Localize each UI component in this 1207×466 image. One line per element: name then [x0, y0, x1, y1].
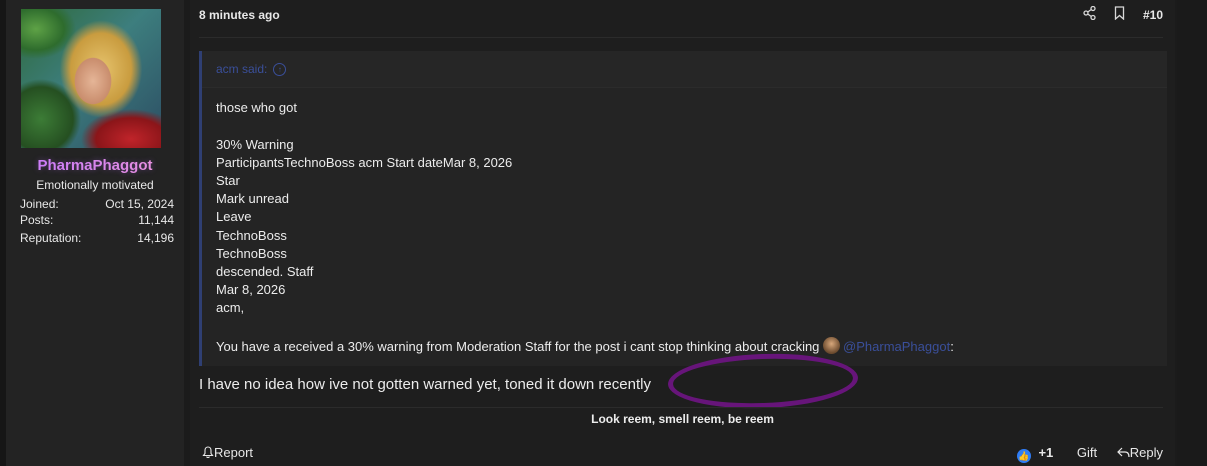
stat-value: 11,144 [138, 213, 174, 227]
quote-author[interactable]: acm said: [216, 62, 267, 76]
quote-line: Mar 8, 2026 [216, 282, 286, 297]
quote-line: Star [216, 173, 240, 188]
report-label: Report [214, 445, 254, 460]
quote-header[interactable]: acm said: ↑ [202, 51, 1167, 88]
post-number[interactable]: #10 [1143, 8, 1163, 22]
quote-line: ParticipantsTechnoBoss acm Start dateMar… [216, 155, 513, 170]
quote-line: 30% Warning [216, 137, 294, 152]
header-divider [199, 37, 1163, 38]
stat-value: Oct 15, 2024 [105, 197, 174, 211]
stat-label: Reputation: [20, 231, 82, 245]
quote-text-suffix: : [950, 339, 954, 354]
quote-line: Mark unread [216, 191, 289, 206]
quote-line: those who got [216, 100, 297, 115]
quote-line: TechnoBoss [216, 228, 287, 243]
gift-button[interactable]: Gift [1077, 445, 1097, 460]
post-body: I have no idea how ive not gotten warned… [199, 376, 651, 393]
post-main: 8 minutes ago #10 acm said: ↑ those who g… [190, 0, 1175, 466]
reply-button[interactable]: Reply [1116, 445, 1163, 460]
quote-line: Leave [216, 209, 252, 224]
like-reaction-icon[interactable]: 👍 [1016, 449, 1031, 463]
quote-text: You have a received a 30% warning from M… [216, 339, 824, 354]
post-actions: 👍 +1 Gift Reply [1016, 445, 1163, 463]
report-button[interactable]: Report [202, 445, 253, 460]
reply-arrow-icon [1116, 447, 1130, 458]
bookmark-icon[interactable] [1111, 6, 1127, 26]
quote-line: TechnoBoss [216, 246, 287, 261]
user-mention-link[interactable]: @PharmaPhaggot [843, 339, 950, 354]
quote-line-warning: You have a received a 30% warning from M… [216, 337, 954, 354]
reaction-count[interactable]: +1 [1038, 445, 1053, 460]
post-timestamp[interactable]: 8 minutes ago [199, 8, 280, 22]
quote-line: descended. Staff [216, 264, 314, 279]
stat-label: Posts: [20, 213, 54, 227]
stat-label: Joined: [20, 197, 59, 211]
arrow-up-circle-icon[interactable]: ↑ [273, 63, 287, 77]
username-link[interactable]: PharmaPhaggot [6, 157, 184, 174]
bell-icon [202, 446, 214, 459]
stat-joined: Joined: Oct 15, 2024 [20, 197, 174, 213]
quote-block: acm said: ↑ those who got 30% Warning Par… [199, 51, 1167, 366]
user-signature: Look reem, smell reem, be reem [591, 412, 774, 426]
reply-label: Reply [1129, 445, 1163, 460]
page-right-edge [1177, 0, 1207, 466]
user-title: Emotionally motivated [36, 178, 154, 192]
stat-value: 14,196 [137, 231, 174, 245]
stat-reputation: Reputation: 14,196 [20, 231, 174, 247]
mention-avatar [823, 337, 841, 354]
signature-divider [199, 407, 1163, 408]
share-icon[interactable] [1081, 5, 1097, 26]
user-avatar[interactable] [21, 9, 161, 148]
quote-line: acm, [216, 300, 245, 315]
stat-posts: Posts: 11,144 [20, 213, 174, 229]
